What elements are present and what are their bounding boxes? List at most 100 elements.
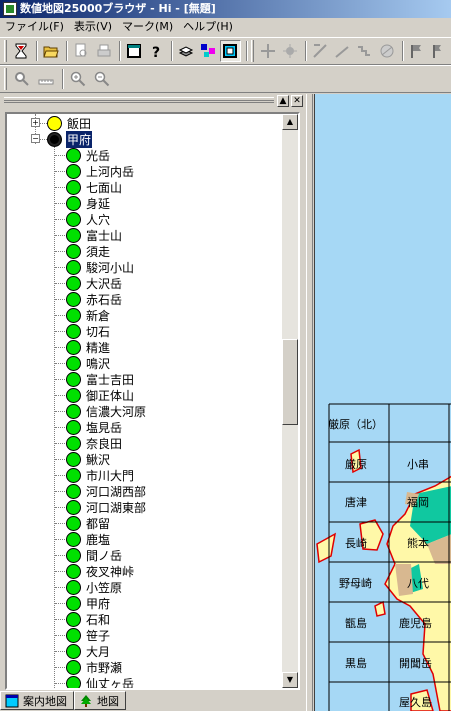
tree-item[interactable]: 塩見岳 [66,419,123,435]
collapse-toggle[interactable]: − [31,134,40,143]
tree-item[interactable]: 奈良田 [66,435,123,451]
tree-item[interactable]: 富士山 [66,227,123,243]
scroll-down-button[interactable]: ▼ [282,672,298,688]
tree-item[interactable]: 赤石岳 [66,291,123,307]
green-node-icon [66,435,81,451]
tab-map[interactable]: 地図 [74,691,126,710]
tree-item[interactable]: 夜叉神峠 [66,563,135,579]
tree-connector [55,235,65,236]
tree-item[interactable]: 信濃大河原 [66,403,147,419]
panel-header[interactable]: ▲ ✕ [0,94,305,108]
tree-item-label: 切石 [86,324,111,339]
tree-item[interactable]: 鳴沢 [66,355,111,371]
scale-icon[interactable] [35,68,57,90]
hourglass-icon[interactable] [11,40,31,62]
tree-item[interactable]: 大沢岳 [66,275,123,291]
tree-item[interactable]: 河口湖西部 [66,483,147,499]
tab-guide-map[interactable]: 案内地図 [0,691,74,710]
tree-item[interactable]: 切石 [66,323,111,339]
toolbar-grip[interactable] [250,40,254,62]
tree-item[interactable]: 鰍沢 [66,451,111,467]
move-icon[interactable] [258,40,278,62]
measure-icon[interactable] [354,40,374,62]
flag-number-icon[interactable] [429,40,449,62]
tree-item[interactable]: 精進 [66,339,111,355]
area-icon[interactable] [376,40,396,62]
tree-item[interactable]: 間ノ岳 [66,547,123,563]
tree-item[interactable]: 七面山 [66,179,123,195]
tree-item[interactable]: 新倉 [66,307,111,323]
menu-view[interactable]: 表示(V) [69,18,117,36]
tree-item[interactable]: 光岳 [66,147,111,163]
tree-connector [55,523,65,524]
menu-help[interactable]: ヘルプ(H) [178,18,238,36]
scroll-up-button[interactable]: ▲ [282,114,298,130]
tree-connector [55,395,65,396]
tree-item-iida[interactable]: 飯田 [47,115,92,131]
print-icon[interactable] [93,40,113,62]
menu-file[interactable]: ファイル(F) [0,18,69,36]
map-label: 開聞岳 [399,657,432,670]
map-tree-view[interactable]: + 飯田 − 甲府 光岳 上河内岳 七面山 身延 人穴 富士山 須走 駿河小山 大沢岳 赤石岳 新倉… [5,112,300,690]
layers-icon[interactable] [176,40,196,62]
tree-item[interactable]: 鹿塩 [66,531,111,547]
sun-icon[interactable] [280,40,300,62]
tree-connector [55,267,65,268]
tree-item[interactable]: 都留 [66,515,111,531]
tree-scrollbar[interactable]: ▲ ▼ [282,114,298,688]
map-view-icon[interactable] [220,40,241,62]
title-bar[interactable]: 数値地図25000ブラウザ - Hi - [無題] [0,0,451,18]
green-node-icon [66,499,81,515]
zoom-in-icon[interactable] [67,68,89,90]
map-label: 唐津 [345,496,367,509]
tree-item[interactable]: 仙丈ヶ岳 [66,675,135,688]
tree-item-kofu-group[interactable]: 甲府 [47,129,94,149]
map-label: 黒島 [345,657,367,670]
tree-connector [55,283,65,284]
green-node-icon [66,163,81,179]
toolbar-grip[interactable] [4,68,7,90]
tree-item[interactable]: 駿河小山 [66,259,135,275]
map-label: 鹿児島 [399,617,432,630]
panel-splitter[interactable] [306,94,313,711]
tree-item[interactable]: 御正体山 [66,387,135,403]
tree-item-label: 駿河小山 [86,260,135,275]
tree-item[interactable]: 市川大門 [66,467,135,483]
panel-close-button[interactable]: ✕ [291,95,303,107]
tree-item[interactable]: 上河内岳 [66,163,135,179]
tree-item[interactable]: 身延 [66,195,111,211]
tree-item[interactable]: 河口湖東部 [66,499,147,515]
tree-item[interactable]: 富士吉田 [66,371,135,387]
tree-item-label: 甲府 [64,129,94,149]
tree-connector [55,219,65,220]
panel-grip[interactable] [4,97,274,103]
flag-icon[interactable] [407,40,427,62]
scroll-thumb[interactable] [282,339,298,425]
color-grid-icon[interactable] [198,40,218,62]
panel-restore-button[interactable]: ▲ [277,95,289,107]
tree-item[interactable]: 小笠原 [66,579,123,595]
expand-toggle[interactable]: + [31,118,40,127]
tree-item-label: 上河内岳 [86,164,135,179]
tree-item[interactable]: 石和 [66,611,111,627]
window-icon[interactable] [124,40,144,62]
tree-item[interactable]: 甲府 [66,595,111,611]
tree-item[interactable]: 大月 [66,643,111,659]
open-folder-icon[interactable] [41,40,61,62]
tree-item[interactable]: 笹子 [66,627,111,643]
green-node-icon [66,355,81,371]
print-preview-icon[interactable] [71,40,91,62]
map-canvas[interactable]: 厳原（北） 厳原 小串 唐津 福岡 長崎 熊本 野母崎 八代 甑島 鹿児島 黒島… [314,94,451,711]
help-icon[interactable]: ? [146,40,166,62]
tree-item[interactable]: 須走 [66,243,111,259]
line-tool-icon[interactable] [310,40,330,62]
tree-item[interactable]: 人穴 [66,211,111,227]
tree-connector [55,331,65,332]
toolbar-grip[interactable] [4,40,7,62]
menu-mark[interactable]: マーク(M) [117,18,178,36]
slope-tool-icon[interactable] [332,40,352,62]
tree-connector [55,491,65,492]
search-icon[interactable] [11,68,33,90]
zoom-out-icon[interactable] [91,68,113,90]
tree-item[interactable]: 市野瀬 [66,659,123,675]
